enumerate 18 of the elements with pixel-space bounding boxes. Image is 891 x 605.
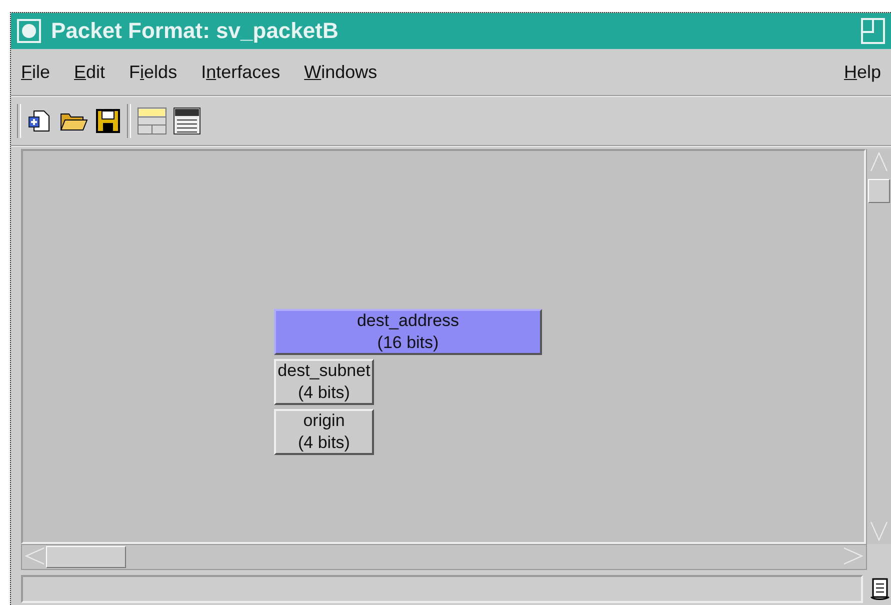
menu-item[interactable]: Interfaces bbox=[201, 62, 280, 82]
table-layout-icon[interactable] bbox=[137, 107, 167, 135]
packet-field[interactable]: dest_address (16 bits) bbox=[274, 309, 542, 355]
window-title: Packet Format: sv_packetB bbox=[51, 18, 338, 44]
menu-item[interactable]: Fields bbox=[129, 62, 178, 82]
packet-field[interactable]: dest_subnet (4 bits) bbox=[274, 359, 374, 405]
scroll-thumb[interactable] bbox=[46, 546, 126, 568]
help-menu[interactable]: Help bbox=[844, 62, 881, 82]
maximize-icon[interactable] bbox=[861, 18, 885, 44]
packet-field[interactable]: origin (4 bits) bbox=[274, 409, 374, 455]
log-icon[interactable] bbox=[869, 577, 891, 601]
menu-item[interactable]: Windows bbox=[304, 62, 378, 82]
vertical-scrollbar[interactable] bbox=[866, 149, 891, 544]
horizontal-scrollbar[interactable] bbox=[21, 544, 867, 570]
attribute-list-icon[interactable] bbox=[173, 107, 201, 135]
menu-item[interactable]: File bbox=[21, 62, 50, 82]
scroll-thumb[interactable] bbox=[868, 179, 890, 203]
menu-item[interactable]: Edit bbox=[74, 62, 106, 82]
